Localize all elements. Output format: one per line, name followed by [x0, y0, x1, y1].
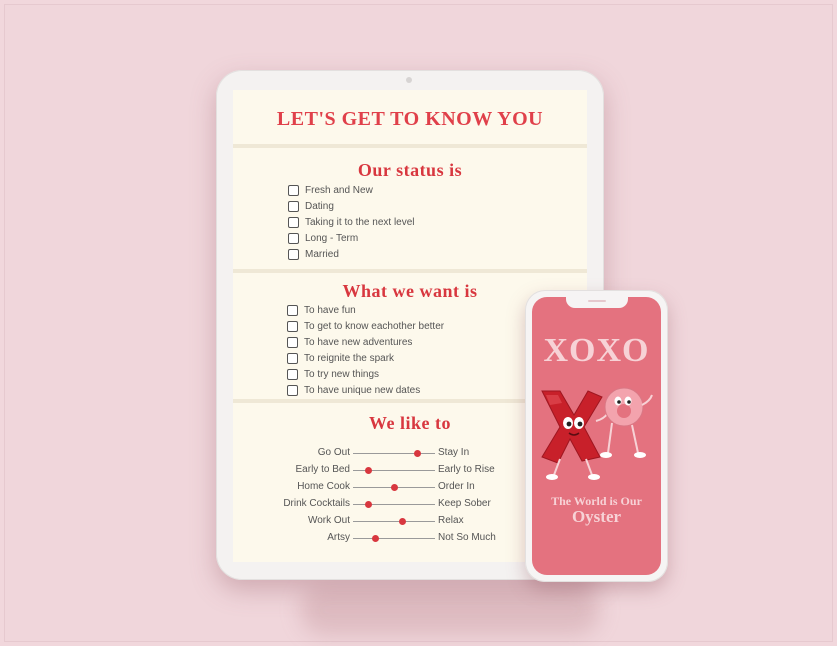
want-option-label: To have new adventures — [304, 336, 413, 348]
slider-right-label: Not So Much — [438, 532, 496, 543]
want-option-label: To have fun — [304, 304, 356, 316]
want-option-label: To get to know eachother better — [304, 320, 445, 332]
checkbox[interactable] — [287, 352, 298, 364]
slider-track[interactable] — [353, 467, 435, 474]
checkbox[interactable] — [288, 216, 299, 228]
status-checklist: Fresh and New Dating Taking it to the ne… — [288, 182, 415, 262]
speaker-icon — [588, 300, 606, 302]
status-option-label: Long - Term — [305, 232, 359, 244]
slider-track[interactable] — [353, 535, 435, 542]
want-option[interactable]: To have unique new dates — [287, 382, 444, 398]
status-option-label: Fresh and New — [305, 184, 373, 196]
checkbox[interactable] — [287, 368, 298, 380]
x-character-icon — [541, 390, 609, 480]
slider-track[interactable] — [353, 484, 435, 491]
slider-handle[interactable] — [364, 467, 372, 474]
slider-handle[interactable] — [413, 450, 421, 457]
slider-left-label: Drink Cocktails — [283, 498, 350, 509]
want-option[interactable]: To have fun — [287, 302, 444, 318]
want-option-label: To have unique new dates — [304, 384, 421, 396]
phone-screen: XOXO The World is Our Oyster — [532, 297, 661, 575]
want-option[interactable]: To reignite the spark — [287, 350, 444, 366]
slider-handle[interactable] — [399, 518, 407, 525]
want-checklist: To have fun To get to know eachother bet… — [287, 302, 444, 398]
status-option[interactable]: Long - Term — [288, 230, 415, 246]
checkbox[interactable] — [287, 304, 298, 316]
want-option[interactable]: To have new adventures — [287, 334, 444, 350]
status-option-label: Taking it to the next level — [305, 216, 415, 228]
slider-left-label: Go Out — [317, 447, 350, 458]
slider-track[interactable] — [353, 501, 435, 508]
status-option-label: Married — [305, 248, 339, 260]
slider-handle[interactable] — [364, 501, 372, 508]
status-option-label: Dating — [305, 200, 334, 212]
phone-headline: XOXO — [543, 332, 650, 369]
slider-right-label: Keep Sober — [438, 498, 491, 509]
checkbox[interactable] — [288, 200, 299, 212]
want-option[interactable]: To try new things — [287, 366, 444, 382]
checkbox[interactable] — [287, 384, 298, 396]
phone-device: XOXO The World is Our Oyster — [525, 290, 668, 582]
checkbox[interactable] — [287, 336, 298, 348]
checkbox[interactable] — [287, 320, 298, 332]
slider-left-label: Work Out — [307, 515, 350, 526]
status-heading: Our status is — [357, 160, 463, 180]
slider-track[interactable] — [353, 518, 435, 525]
slider-handle[interactable] — [372, 535, 380, 542]
slider-right-label: Early to Rise — [438, 464, 495, 475]
page-title: LET'S GET TO KNOW YOU — [276, 108, 544, 130]
slider-left-label: Artsy — [327, 532, 350, 543]
o-character-icon — [600, 387, 653, 458]
x-o-characters-illustration — [541, 387, 653, 480]
want-option-label: To try new things — [304, 368, 380, 380]
status-section: Our status is Fresh and New Dating Takin… — [233, 148, 587, 273]
slider-left-label: Home Cook — [297, 481, 350, 492]
slider-handle[interactable] — [391, 484, 398, 491]
slider-right-label: Relax — [438, 515, 464, 526]
status-option[interactable]: Dating — [288, 198, 415, 214]
checkbox[interactable] — [288, 184, 299, 196]
want-option[interactable]: To get to know eachother better — [287, 318, 444, 334]
checkbox[interactable] — [288, 232, 299, 244]
slider-track[interactable] — [353, 450, 435, 457]
status-option[interactable]: Fresh and New — [288, 182, 415, 198]
slider-left-label: Early to Bed — [295, 464, 350, 475]
status-option[interactable]: Taking it to the next level — [288, 214, 415, 230]
status-option[interactable]: Married — [288, 246, 415, 262]
slider-right-label: Stay In — [438, 447, 470, 458]
phone-tagline-line2: Oyster — [571, 507, 622, 526]
title-section: LET'S GET TO KNOW YOU — [233, 90, 587, 148]
slider-right-label: Order In — [438, 481, 475, 492]
tablet-shadow — [300, 585, 600, 635]
camera-icon — [406, 77, 412, 83]
phone-notch — [566, 297, 628, 308]
checkbox[interactable] — [288, 248, 299, 260]
want-option-label: To reignite the spark — [304, 352, 395, 364]
